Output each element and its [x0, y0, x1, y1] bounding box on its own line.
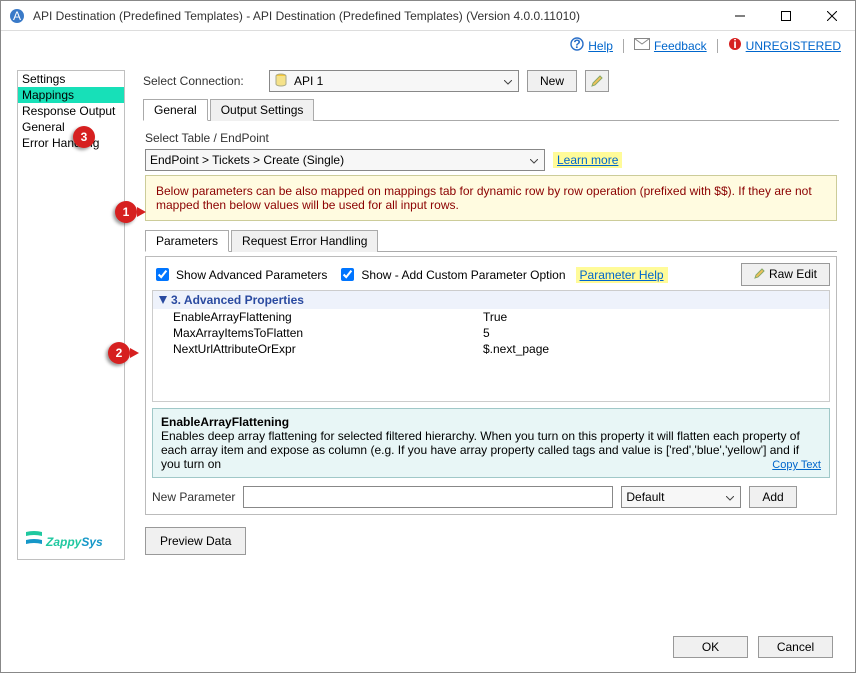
- sidebar-item-mappings[interactable]: Mappings: [18, 87, 124, 103]
- info-banner: Below parameters can be also mapped on m…: [145, 175, 837, 221]
- show-custom-label: Show - Add Custom Parameter Option: [361, 268, 565, 282]
- help-link[interactable]: Help: [588, 39, 613, 53]
- tab-general[interactable]: General: [143, 99, 208, 121]
- collapse-icon: [159, 293, 167, 307]
- property-value: True: [483, 310, 507, 324]
- help-text: Enables deep array flattening for select…: [161, 429, 821, 471]
- connection-label: Select Connection:: [143, 74, 261, 88]
- callout-1-pointer: [137, 207, 146, 217]
- header-links: ? Help Feedback i UNREGISTERED: [1, 31, 855, 60]
- new-parameter-input[interactable]: [243, 486, 613, 508]
- edit-icon: [754, 267, 766, 282]
- show-advanced-input[interactable]: [156, 268, 169, 281]
- show-custom-checkbox[interactable]: Show - Add Custom Parameter Option: [337, 265, 565, 284]
- property-section-header[interactable]: 3. Advanced Properties: [153, 291, 829, 309]
- property-name: NextUrlAttributeOrExpr: [173, 342, 483, 356]
- connection-select[interactable]: API 1: [269, 70, 519, 92]
- show-custom-input[interactable]: [341, 268, 354, 281]
- property-row[interactable]: MaxArrayItemsToFlatten 5: [153, 325, 829, 341]
- chevron-down-icon: [504, 74, 512, 88]
- endpoint-value: EndPoint > Tickets > Create (Single): [150, 153, 344, 167]
- new-parameter-type-select[interactable]: Default: [621, 486, 741, 508]
- property-grid: 3. Advanced Properties EnableArrayFlatte…: [152, 290, 830, 402]
- property-name: EnableArrayFlattening: [173, 310, 483, 324]
- close-button[interactable]: [809, 1, 855, 31]
- sidebar-item-error-handling[interactable]: Error Handling: [18, 135, 124, 151]
- property-row[interactable]: EnableArrayFlattening True: [153, 309, 829, 325]
- preview-data-button[interactable]: Preview Data: [145, 527, 246, 555]
- help-title: EnableArrayFlattening: [161, 415, 821, 429]
- cancel-button[interactable]: Cancel: [758, 636, 833, 658]
- sidebar: Settings Mappings Response Output Genera…: [17, 70, 125, 560]
- titlebar: A API Destination (Predefined Templates)…: [1, 1, 855, 31]
- property-value: $.next_page: [483, 342, 549, 356]
- svg-text:A: A: [13, 9, 21, 23]
- show-advanced-label: Show Advanced Parameters: [176, 268, 327, 282]
- sidebar-item-response-output[interactable]: Response Output: [18, 103, 124, 119]
- svg-text:?: ?: [574, 37, 581, 51]
- property-row[interactable]: NextUrlAttributeOrExpr $.next_page: [153, 341, 829, 357]
- brand-logo: ZappySys: [18, 524, 124, 559]
- learn-more-link[interactable]: Learn more: [553, 152, 622, 168]
- property-help-box: EnableArrayFlattening Enables deep array…: [152, 408, 830, 478]
- db-icon: [274, 73, 288, 90]
- minimize-button[interactable]: [717, 1, 763, 31]
- connection-row: Select Connection: API 1 New: [143, 70, 839, 92]
- new-parameter-row: New Parameter Default Add: [152, 486, 830, 508]
- mail-icon: [634, 38, 650, 53]
- footer: OK Cancel: [1, 622, 855, 672]
- new-connection-button[interactable]: New: [527, 70, 577, 92]
- edit-connection-button[interactable]: [585, 70, 609, 92]
- callout-1: 1: [115, 201, 137, 223]
- tab-request-error-handling[interactable]: Request Error Handling: [231, 230, 378, 252]
- callout-2-pointer: [130, 348, 139, 358]
- new-parameter-label: New Parameter: [152, 490, 235, 504]
- raw-edit-button[interactable]: Raw Edit: [741, 263, 830, 286]
- param-tabstrip: Parameters Request Error Handling: [145, 229, 837, 252]
- copy-text-link[interactable]: Copy Text: [772, 459, 821, 471]
- separator: [623, 39, 624, 53]
- chevron-down-icon: [530, 153, 538, 167]
- show-advanced-checkbox[interactable]: Show Advanced Parameters: [152, 265, 327, 284]
- tab-output-settings[interactable]: Output Settings: [210, 99, 315, 121]
- help-icon: ?: [570, 37, 584, 54]
- unregistered-link[interactable]: UNREGISTERED: [746, 39, 841, 53]
- feedback-link[interactable]: Feedback: [654, 39, 707, 53]
- top-tabstrip: General Output Settings: [143, 98, 839, 121]
- svg-text:i: i: [733, 37, 736, 51]
- ok-button[interactable]: OK: [673, 636, 748, 658]
- property-value: 5: [483, 326, 490, 340]
- callout-3: 3: [73, 126, 95, 148]
- parameter-help-link[interactable]: Parameter Help: [576, 267, 668, 283]
- separator: [717, 39, 718, 53]
- callout-2: 2: [108, 342, 130, 364]
- chevron-down-icon: [726, 490, 734, 504]
- window-title: API Destination (Predefined Templates) -…: [33, 9, 717, 23]
- sidebar-item-general[interactable]: General: [18, 119, 124, 135]
- add-parameter-button[interactable]: Add: [749, 486, 796, 508]
- endpoint-select[interactable]: EndPoint > Tickets > Create (Single): [145, 149, 545, 171]
- tab-parameters[interactable]: Parameters: [145, 230, 229, 252]
- connection-value: API 1: [294, 74, 323, 88]
- info-icon: i: [728, 37, 742, 54]
- app-icon: A: [9, 8, 25, 24]
- property-name: MaxArrayItemsToFlatten: [173, 326, 483, 340]
- endpoint-label: Select Table / EndPoint: [145, 131, 837, 145]
- svg-text:ZappySys: ZappySys: [45, 535, 103, 549]
- parameters-panel: Show Advanced Parameters Show - Add Cust…: [145, 256, 837, 515]
- sidebar-item-settings[interactable]: Settings: [18, 71, 124, 87]
- maximize-button[interactable]: [763, 1, 809, 31]
